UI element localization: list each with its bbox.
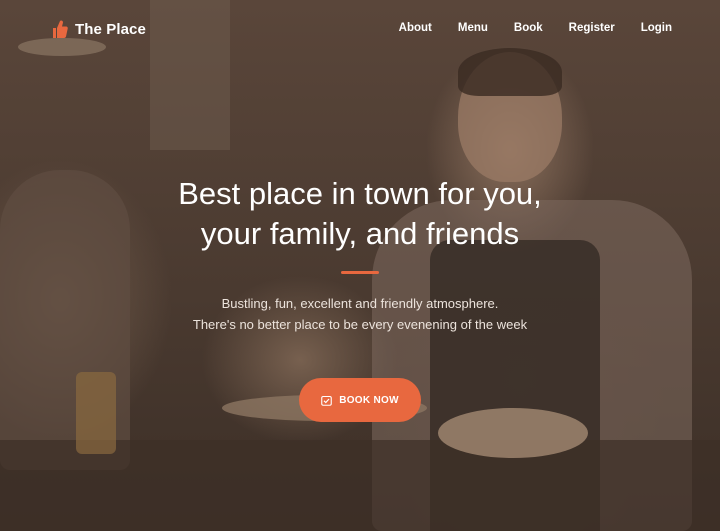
nav-menu-link[interactable]: Menu	[458, 22, 488, 34]
nav-register-link[interactable]: Register	[569, 22, 615, 34]
headline-line-2: your family, and friends	[200, 216, 520, 251]
nav-login-link[interactable]: Login	[641, 22, 672, 34]
hero-headline: Best place in town for you, your family,…	[80, 174, 640, 254]
book-now-label: BOOK NOW	[339, 394, 399, 406]
hero-section: The Place About Menu Book Register Login…	[0, 0, 720, 531]
headline-line-1: Best place in town for you,	[178, 176, 542, 211]
book-now-button[interactable]: BOOK NOW	[299, 378, 421, 422]
brand-logo[interactable]: The Place	[51, 19, 146, 39]
calendar-check-icon	[321, 395, 332, 406]
nav-book-link[interactable]: Book	[514, 22, 543, 34]
subtext-line-2: There's no better place to be every even…	[192, 317, 528, 332]
main-nav: About Menu Book Register Login	[399, 22, 672, 34]
navbar: The Place About Menu Book Register Login	[0, 0, 720, 60]
hero-content: Best place in town for you, your family,…	[0, 174, 720, 422]
subtext-line-1: Bustling, fun, excellent and friendly at…	[221, 296, 499, 311]
nav-about-link[interactable]: About	[399, 22, 432, 34]
headline-divider	[341, 271, 379, 274]
brand-name: The Place	[75, 20, 146, 38]
hero-subtext: Bustling, fun, excellent and friendly at…	[0, 293, 720, 335]
thumbs-up-icon	[53, 20, 68, 38]
